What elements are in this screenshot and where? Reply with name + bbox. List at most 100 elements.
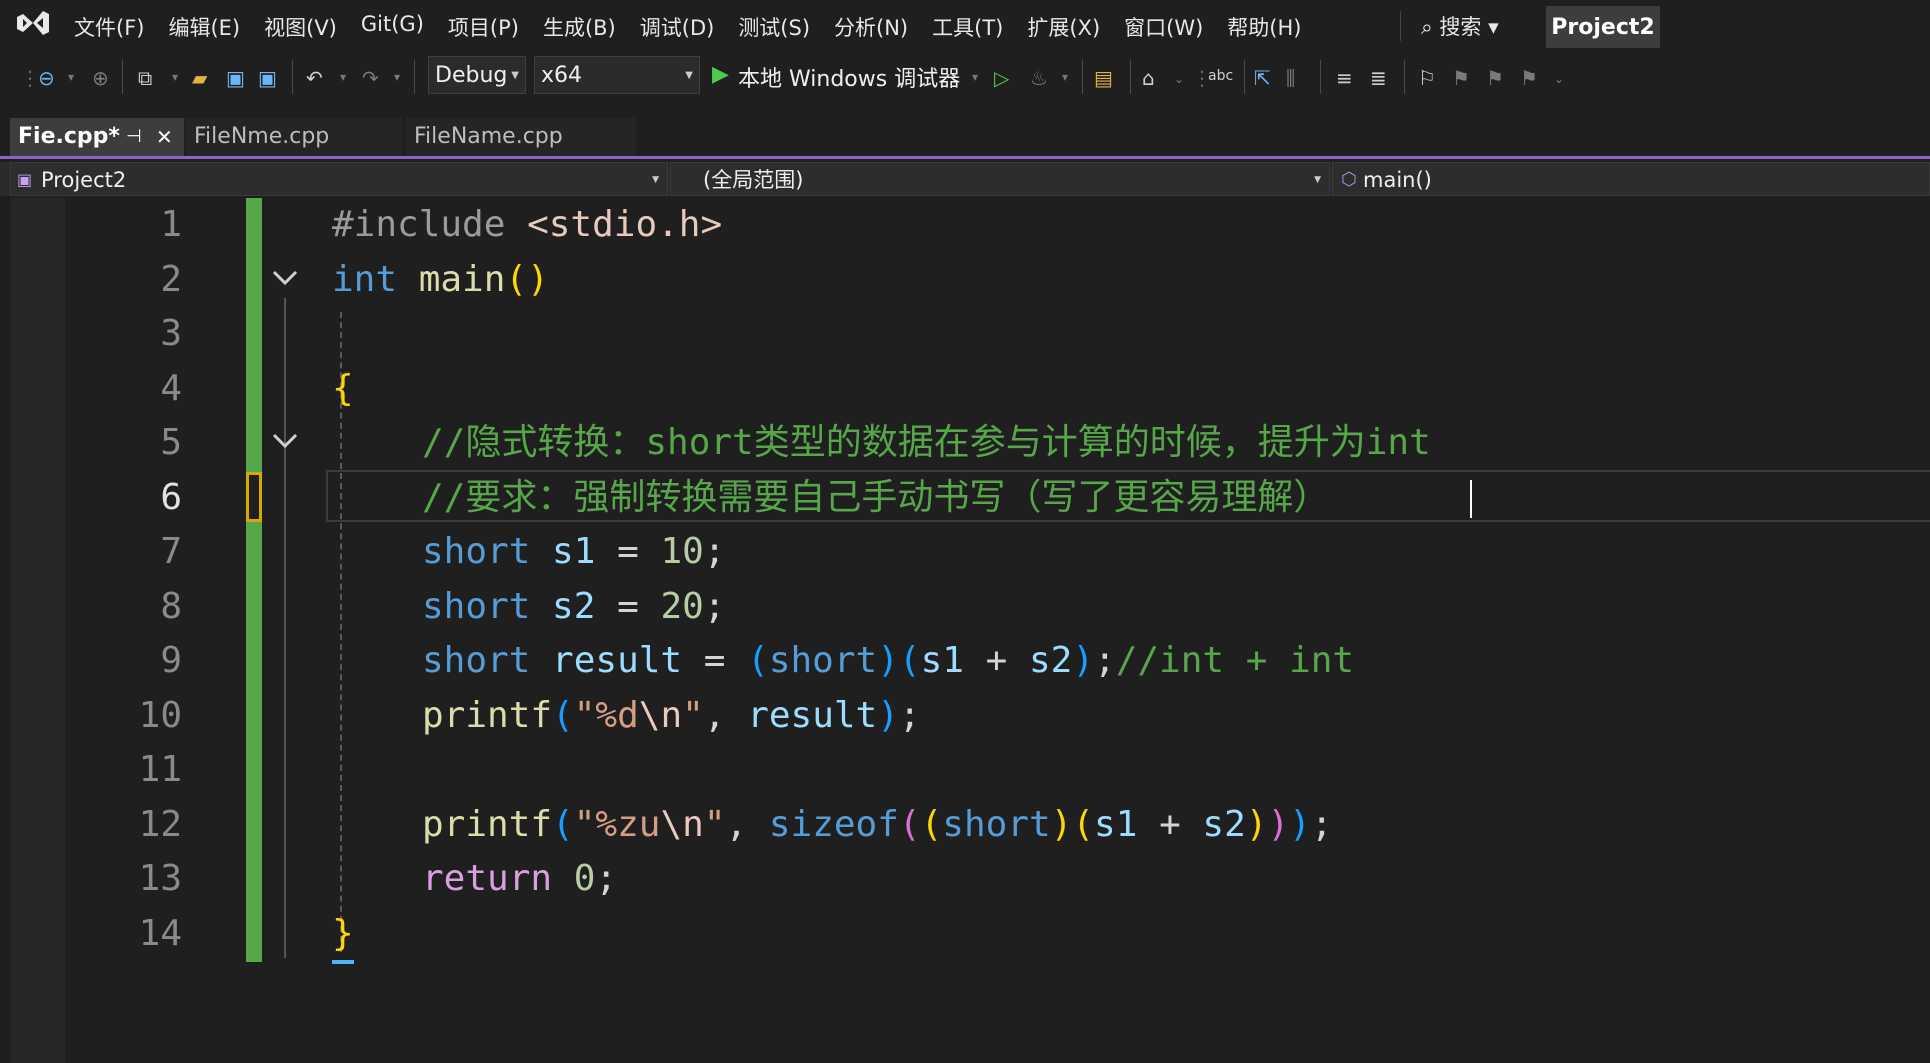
hot-reload-icon[interactable]: ♨	[1030, 66, 1048, 90]
function-cube-icon: ⬡	[1341, 169, 1357, 190]
tab-filename-cpp[interactable]: FileName.cpp	[406, 118, 636, 156]
menu-extensions[interactable]: 扩展(X)	[1015, 12, 1112, 42]
menu-help[interactable]: 帮助(H)	[1215, 12, 1313, 42]
solution-explorer-icon[interactable]: ▤	[1094, 66, 1113, 90]
inspect-icon[interactable]: ⫼	[1286, 66, 1295, 90]
menu-tools[interactable]: 工具(T)	[920, 12, 1015, 42]
active-tab-underline	[0, 156, 1930, 159]
navigate-forward-icon[interactable]: ⊕	[92, 66, 109, 90]
member-dropdown[interactable]: ⬡ main()	[1332, 162, 1930, 196]
code-line-4: {	[332, 362, 354, 416]
menu-build[interactable]: 生成(B)	[531, 12, 628, 42]
project-dropdown[interactable]: ▣ Project2 ▼	[10, 162, 668, 196]
toolbar-separator	[122, 60, 123, 94]
function-call: printf	[422, 804, 553, 845]
include-path: <stdio.h>	[527, 204, 723, 245]
visual-studio-logo-icon[interactable]	[15, 8, 51, 38]
menu-view[interactable]: 视图(V)	[252, 12, 349, 42]
pin-icon[interactable]: ⊣	[126, 118, 142, 156]
back-dropdown-icon[interactable]: ▾	[68, 70, 74, 84]
menu-git[interactable]: Git(G)	[349, 12, 436, 42]
tab-fie-cpp[interactable]: Fie.cpp* ⊣ ✕	[10, 118, 184, 156]
line-number: 4	[160, 368, 182, 409]
semicolon: ;	[1094, 640, 1116, 681]
code-line-14: }	[332, 907, 354, 961]
run-target-dropdown-icon[interactable]: ▾	[972, 70, 978, 84]
menu-edit[interactable]: 编辑(E)	[156, 12, 252, 42]
toolbar-grip-icon[interactable]: ⋮	[20, 66, 40, 90]
search-button[interactable]: ⌕ 搜索 ▾	[1400, 11, 1499, 41]
clear-bookmarks-icon[interactable]: ⚑	[1520, 66, 1538, 90]
open-folder-icon[interactable]: ▰	[192, 66, 207, 90]
paren: )	[1245, 804, 1268, 845]
variable: s1	[920, 640, 964, 681]
redo-icon[interactable]: ↷	[362, 66, 379, 90]
spell-check-icon[interactable]: abc	[1208, 68, 1233, 84]
variable: s1	[1094, 804, 1138, 845]
start-debugging-button[interactable]: 本地 Windows 调试器	[738, 61, 960, 93]
menu-debug[interactable]: 调试(D)	[628, 12, 727, 42]
string: "	[573, 695, 596, 736]
menu-bar: 文件(F) 编辑(E) 视图(V) Git(G) 项目(P) 生成(B) 调试(…	[0, 0, 1930, 52]
format-specifier: %zu	[595, 804, 661, 845]
start-without-debugging-icon[interactable]: ▷	[994, 66, 1009, 90]
line-number: 3	[160, 313, 182, 354]
variable: result	[530, 640, 683, 681]
navigation-bar: ▣ Project2 ▼ (全局范围) ▼ ⬡ main()	[0, 162, 1930, 196]
code-editor[interactable]: 1 2 3 4 5 6 7 8 9 10 11 12 13 14 #includ…	[0, 198, 1930, 1063]
select-element-icon[interactable]: ⇱	[1254, 66, 1271, 90]
window-layout-icon[interactable]: ⌂	[1142, 66, 1155, 90]
paren: (	[747, 640, 769, 681]
standard-toolbar: ⋮ ⊖ ▾ ⊕ ⧉ ▾ ▰ ▣ ▣ ↶ ▾ ↷ ▾ Debug ▼ x64 ▼ …	[0, 52, 1930, 102]
uncomment-lines-icon[interactable]: ≣	[1370, 66, 1387, 90]
close-icon[interactable]: ✕	[156, 118, 173, 156]
toolbar-overflow-icon[interactable]: ⌄	[1554, 72, 1564, 86]
variable: result	[747, 695, 878, 736]
line-number: 14	[138, 913, 182, 954]
project-icon: ▣	[17, 170, 33, 189]
variable: s1	[530, 531, 596, 572]
redo-dropdown-icon[interactable]: ▾	[394, 70, 400, 84]
code-line-13: return 0;	[422, 852, 617, 906]
number: 20	[660, 586, 704, 627]
menu-test[interactable]: 测试(S)	[726, 12, 822, 42]
layout-dropdown-icon[interactable]: ⌄	[1174, 72, 1184, 86]
hot-reload-dropdown-icon[interactable]: ▾	[1062, 70, 1068, 84]
undo-dropdown-icon[interactable]: ▾	[340, 70, 346, 84]
navigate-back-icon[interactable]: ⊖	[38, 66, 55, 90]
keyword: short	[768, 640, 878, 681]
menu-file[interactable]: 文件(F)	[62, 12, 156, 42]
previous-bookmark-icon[interactable]: ⚑	[1452, 66, 1470, 90]
scope-dropdown[interactable]: (全局范围) ▼	[670, 162, 1330, 196]
semicolon: ;	[1310, 804, 1333, 845]
tab-filenme-cpp[interactable]: FileNme.cpp	[186, 118, 402, 156]
paren: (	[898, 804, 921, 845]
comment-lines-icon[interactable]: ≡	[1336, 66, 1353, 90]
line-number: 13	[138, 858, 182, 899]
platform-select[interactable]: x64 ▼	[534, 56, 700, 94]
collapse-chevron-icon[interactable]	[270, 262, 300, 292]
new-dropdown-icon[interactable]: ▾	[172, 70, 178, 84]
menu-project[interactable]: 项目(P)	[436, 12, 531, 42]
bookmark-icon[interactable]: ⚐	[1418, 66, 1436, 90]
solution-name-badge[interactable]: Project2	[1546, 6, 1660, 48]
paren: )	[1267, 804, 1290, 845]
menu-analyze[interactable]: 分析(N)	[822, 12, 920, 42]
collapse-chevron-icon[interactable]	[270, 425, 300, 455]
menu-items: 文件(F) 编辑(E) 视图(V) Git(G) 项目(P) 生成(B) 调试(…	[62, 12, 1313, 42]
save-icon[interactable]: ▣	[226, 66, 245, 90]
undo-icon[interactable]: ↶	[306, 66, 323, 90]
start-debugging-icon[interactable]: ▶	[712, 62, 729, 87]
operator: +	[963, 640, 1029, 681]
string: "	[703, 804, 726, 845]
new-project-icon[interactable]: ⧉	[138, 66, 152, 90]
save-all-icon[interactable]: ▣	[258, 66, 277, 90]
paren: )	[1050, 804, 1073, 845]
solution-config-select[interactable]: Debug ▼	[428, 56, 526, 94]
code-line-6: //要求：强制转换需要自己手动书写（写了更容易理解）	[422, 471, 1329, 525]
menu-window[interactable]: 窗口(W)	[1112, 12, 1215, 42]
next-bookmark-icon[interactable]: ⚑	[1486, 66, 1504, 90]
indicator-margin[interactable]	[10, 198, 65, 1063]
keyword: sizeof	[768, 804, 899, 845]
chevron-down-icon: ▼	[1314, 175, 1321, 185]
